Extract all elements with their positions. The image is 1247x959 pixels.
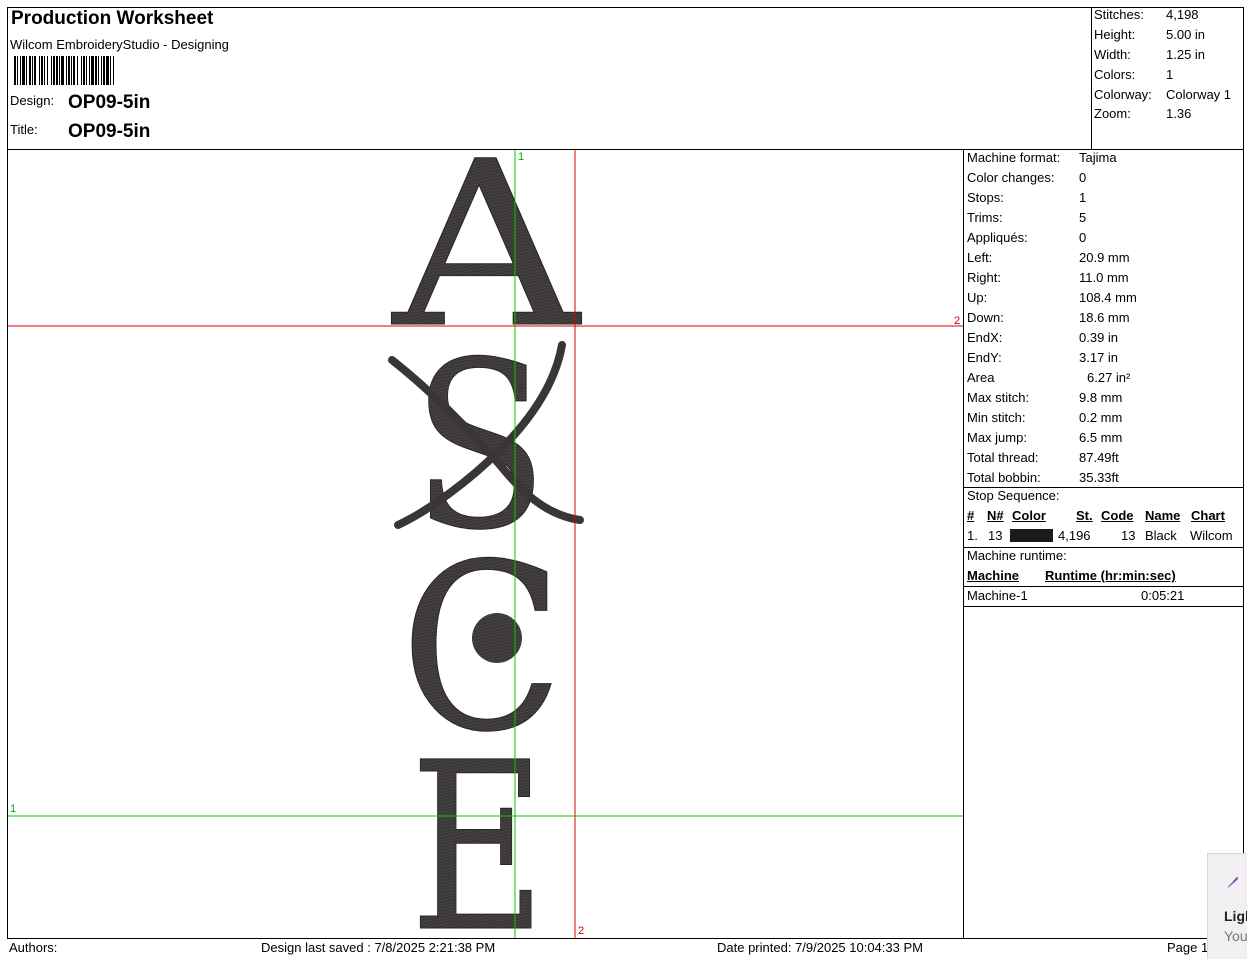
summary-label: Zoom: bbox=[1094, 106, 1131, 121]
toast-title: Ligh bbox=[1224, 908, 1247, 924]
page-title: Production Worksheet bbox=[11, 8, 214, 29]
barcode bbox=[14, 56, 114, 85]
feather-icon bbox=[1225, 877, 1239, 889]
summary-label: Colorway: bbox=[1094, 87, 1152, 102]
design-label: Design: bbox=[10, 93, 55, 108]
info-label: Total bobbin: bbox=[967, 470, 1041, 485]
info-label: Stops: bbox=[967, 190, 1004, 205]
guide-marker: 1 bbox=[10, 803, 16, 815]
info-label: Max stitch: bbox=[967, 390, 1030, 405]
info-label: Area bbox=[967, 370, 995, 385]
summary-value: Colorway 1 bbox=[1166, 87, 1232, 102]
needle-num: 13 bbox=[988, 528, 1003, 543]
stop-sequence-heading: Stop Sequence: bbox=[967, 488, 1060, 503]
authors-label: Authors: bbox=[9, 940, 58, 955]
info-label: Max jump: bbox=[967, 430, 1027, 445]
info-value: 35.33ft bbox=[1079, 470, 1119, 485]
summary-value: 1.36 bbox=[1166, 106, 1192, 121]
info-value: 0 bbox=[1079, 230, 1087, 245]
toast-subtitle: You bbox=[1224, 928, 1247, 944]
stop-num: 1. bbox=[967, 528, 978, 543]
column-header: N# bbox=[987, 508, 1004, 523]
column-header: Name bbox=[1145, 508, 1181, 523]
info-label: Machine format: bbox=[967, 150, 1061, 165]
info-label: Appliqués: bbox=[967, 230, 1028, 245]
column-header: Color bbox=[1012, 508, 1046, 523]
guide-marker: 1 bbox=[518, 151, 524, 163]
info-value: 9.8 mm bbox=[1079, 390, 1123, 405]
color-chart: Wilcom bbox=[1190, 528, 1233, 543]
date-printed: Date printed: 7/9/2025 10:04:33 PM bbox=[717, 940, 923, 955]
summary-label: Height: bbox=[1094, 27, 1136, 42]
info-value: 5 bbox=[1079, 210, 1087, 225]
info-label: Up: bbox=[967, 290, 988, 305]
info-label: Left: bbox=[967, 250, 993, 265]
info-value: 18.6 mm bbox=[1079, 310, 1130, 325]
info-value: 0.2 mm bbox=[1079, 410, 1123, 425]
color-code: 13 bbox=[1121, 528, 1136, 543]
column-header: Machine bbox=[967, 568, 1020, 583]
app-name: Wilcom EmbroideryStudio - Designing bbox=[10, 37, 229, 52]
info-label: Down: bbox=[967, 310, 1004, 325]
info-value: 1 bbox=[1079, 190, 1087, 205]
info-label: Color changes: bbox=[967, 170, 1055, 185]
summary-value: 5.00 in bbox=[1166, 27, 1206, 42]
info-label: Right: bbox=[967, 270, 1001, 285]
letter-e: E bbox=[410, 713, 546, 938]
info-value: 11.0 mm bbox=[1079, 270, 1129, 285]
summary-value: 1.25 in bbox=[1166, 47, 1206, 62]
info-value: 0.39 in bbox=[1079, 330, 1119, 345]
summary-label: Width: bbox=[1094, 47, 1131, 62]
info-label: Trims: bbox=[967, 210, 1003, 225]
column-header: Code bbox=[1101, 508, 1134, 523]
column-header: Chart bbox=[1191, 508, 1225, 523]
color-swatch bbox=[1010, 529, 1053, 542]
design-preview: A S C E 1 1 2 2 bbox=[8, 150, 963, 938]
divider bbox=[964, 606, 1244, 607]
summary-value: 1 bbox=[1166, 67, 1174, 82]
info-value: 20.9 mm bbox=[1079, 250, 1130, 265]
summary-value: 4,198 bbox=[1166, 7, 1199, 22]
title-label: Title: bbox=[10, 122, 38, 137]
notification-toast[interactable]: Ligh You bbox=[1207, 853, 1247, 959]
column-header: Runtime (hr:min:sec) bbox=[1045, 568, 1176, 583]
info-value: 0 bbox=[1079, 170, 1087, 185]
last-saved: Design last saved : 7/8/2025 2:21:38 PM bbox=[261, 940, 496, 955]
page-number: Page 1 bbox=[1167, 940, 1209, 955]
info-value: 87.49ft bbox=[1079, 450, 1119, 465]
color-name: Black bbox=[1145, 528, 1177, 543]
title-value: OP09-5in bbox=[68, 121, 151, 142]
summary-label: Stitches: bbox=[1094, 7, 1144, 22]
info-value: Tajima bbox=[1079, 150, 1117, 165]
info-label: Total thread: bbox=[967, 450, 1039, 465]
design-value: OP09-5in bbox=[68, 92, 151, 113]
info-value: 6.27 in² bbox=[1087, 370, 1131, 385]
info-label: EndY: bbox=[967, 350, 1002, 365]
machine-name: Machine-1 bbox=[967, 588, 1028, 603]
runtime-heading: Machine runtime: bbox=[967, 548, 1067, 563]
info-value: 6.5 mm bbox=[1079, 430, 1123, 445]
info-label: Min stitch: bbox=[967, 410, 1026, 425]
divider bbox=[964, 586, 1244, 587]
info-value: 108.4 mm bbox=[1079, 290, 1137, 305]
column-header: St. bbox=[1076, 508, 1093, 523]
guide-marker: 2 bbox=[954, 315, 960, 327]
machine-runtime: 0:05:21 bbox=[1141, 588, 1185, 603]
stitch-count: 4,196 bbox=[1058, 528, 1091, 543]
info-label: EndX: bbox=[967, 330, 1003, 345]
guide-marker: 2 bbox=[578, 925, 584, 937]
info-value: 3.17 in bbox=[1079, 350, 1119, 365]
summary-label: Colors: bbox=[1094, 67, 1136, 82]
column-header: # bbox=[967, 508, 975, 523]
